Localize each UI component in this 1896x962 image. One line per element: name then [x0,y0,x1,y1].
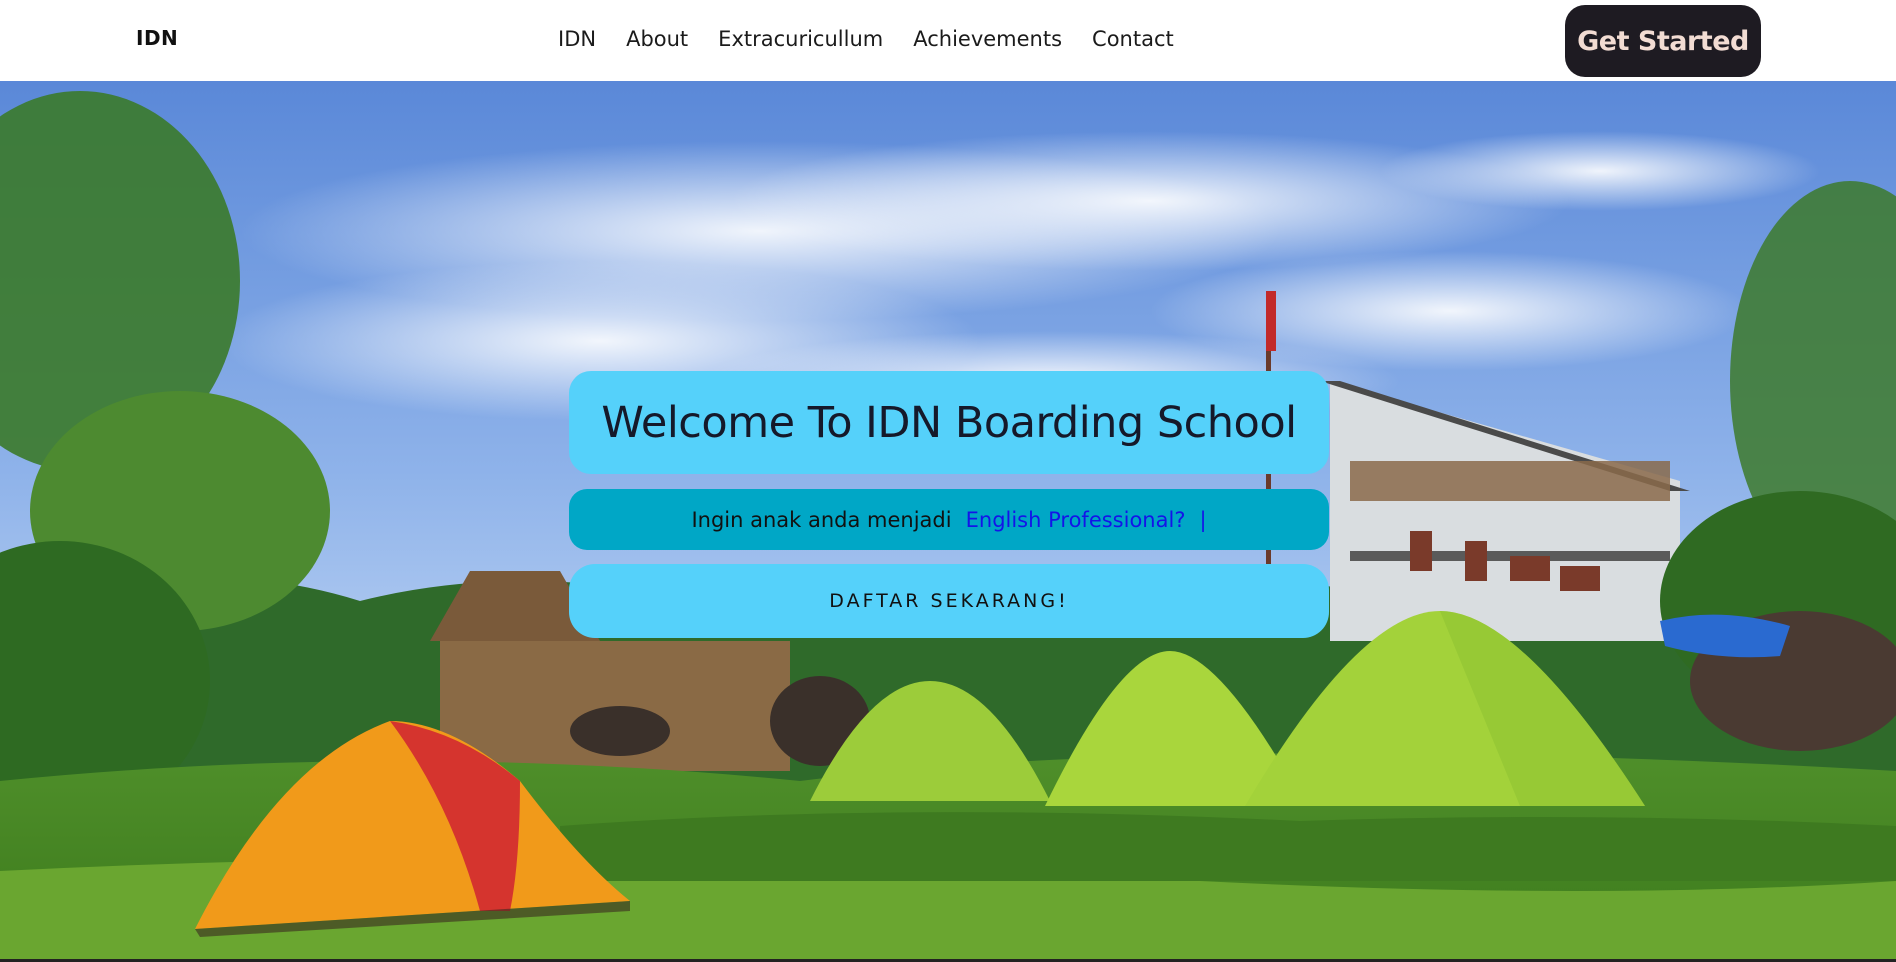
nav-links: IDN About Extracuricullum Achievements C… [558,27,1204,51]
nav-link-about[interactable]: About [626,27,688,51]
nav-link-achievements[interactable]: Achievements [913,27,1062,51]
typing-cursor: | [1199,507,1207,532]
hero-title: Welcome To IDN Boarding School [601,397,1297,448]
get-started-button[interactable]: Get Started [1565,5,1761,77]
nav-link-idn[interactable]: IDN [558,27,596,51]
brand-logo[interactable]: IDN [136,26,178,50]
hero-section: Welcome To IDN Boarding School Ingin ana… [0,81,1896,962]
subtitle-card: Ingin anak anda menjadi English Professi… [569,489,1329,550]
subtitle-typed-text: English Professional? [965,507,1186,532]
navbar: IDN IDN About Extracuricullum Achievemen… [0,0,1896,81]
nav-link-extracurricular[interactable]: Extracuricullum [718,27,883,51]
subtitle-static-text: Ingin anak anda menjadi [691,507,952,532]
welcome-card: Welcome To IDN Boarding School [569,371,1329,474]
nav-link-contact[interactable]: Contact [1092,27,1174,51]
register-button[interactable]: DAFTAR SEKARANG! [569,564,1329,638]
